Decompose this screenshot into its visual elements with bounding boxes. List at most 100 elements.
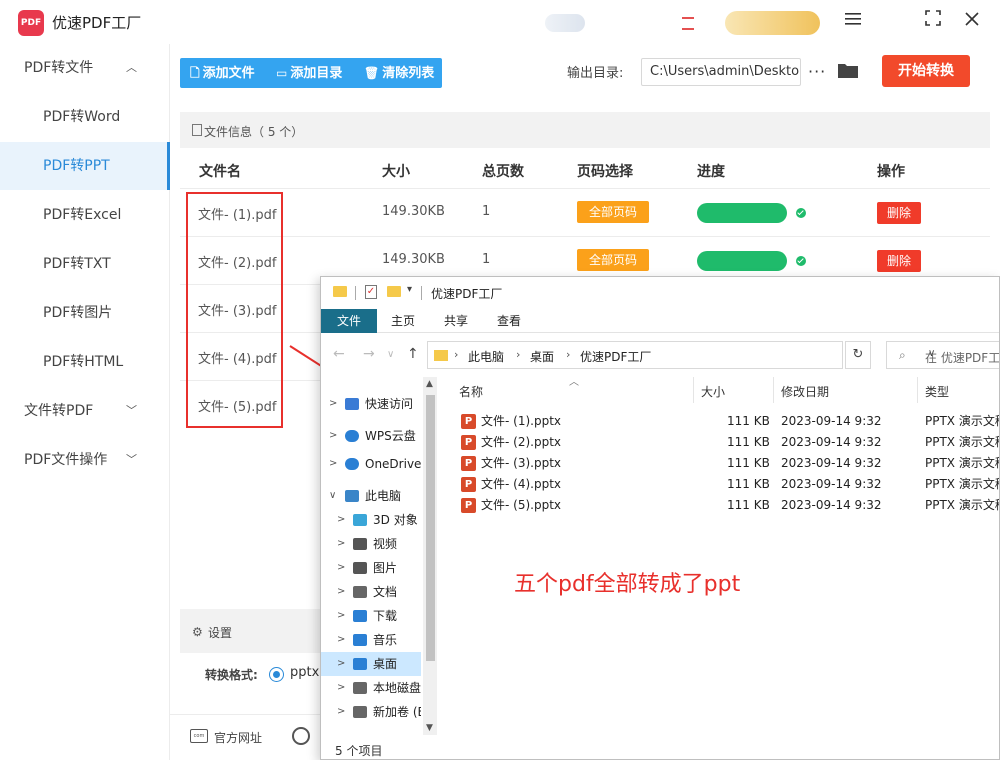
list-item[interactable]: P 文件- (3).pptx 111 KB 2023-09-14 9:32 PPTX 演… — [457, 453, 999, 474]
official-site-link[interactable]: 官方网址 — [214, 729, 262, 746]
sidebar-item-pdf-to-file[interactable]: PDF转文件 ︿ — [0, 44, 170, 92]
start-convert-button[interactable]: 开始转换 — [882, 55, 970, 87]
chevron-right-icon[interactable]: > — [337, 700, 345, 724]
sidebar-item-pdf-to-image[interactable]: PDF转图片 — [0, 289, 170, 337]
delete-button[interactable]: 删除 — [877, 250, 921, 272]
col-header-size[interactable]: 大小 — [701, 383, 725, 400]
chevron-right-icon[interactable]: > — [337, 532, 345, 556]
list-item[interactable]: P 文件- (4).pptx 111 KB 2023-09-14 9:32 PPTX 演… — [457, 474, 1000, 495]
chevron-right-icon[interactable]: > — [329, 392, 337, 416]
page-select-button[interactable]: 全部页码 — [577, 201, 649, 223]
table-row: 文件- (1).pdf 149.30KB 1 全部页码 删除 — [180, 188, 990, 236]
nav-item-download[interactable]: > 下载 — [321, 604, 421, 628]
menu-icon[interactable] — [842, 10, 864, 32]
recent-dropdown-icon[interactable]: ∨ — [387, 349, 394, 360]
breadcrumb-desktop[interactable]: 桌面 — [530, 348, 554, 365]
list-item[interactable]: P 文件- (1).pptx 111 KB 2023-09-14 9:32 PPTX 演… — [457, 411, 999, 432]
delete-button[interactable]: 删除 — [877, 202, 921, 224]
address-bar[interactable]: › 此电脑 › 桌面 › 优速PDF工厂 ∨ — [427, 341, 935, 369]
nav-item-image[interactable]: > 图片 — [321, 556, 421, 580]
nav-item-drive[interactable]: > 本地磁盘 — [321, 676, 421, 700]
nav-item-cloud[interactable]: > WPS云盘 — [321, 424, 421, 448]
sidebar-item-pdf-operations[interactable]: PDF文件操作 ﹀ — [0, 436, 170, 484]
titlebar-mark-icon[interactable] — [680, 14, 696, 32]
nav-item-cloud[interactable]: > OneDrive — [321, 452, 421, 476]
up-icon[interactable]: ↑ — [407, 346, 419, 362]
refresh-icon[interactable]: ↻ — [845, 341, 871, 369]
nav-item-star[interactable]: > 快速访问 — [321, 392, 421, 416]
file-date: 2023-09-14 9:32 — [781, 456, 882, 470]
nav-item-video[interactable]: > 视频 — [321, 532, 421, 556]
column-divider[interactable] — [773, 377, 774, 403]
sidebar-item-label: PDF转Word — [43, 109, 121, 125]
chevron-right-icon[interactable]: > — [337, 556, 345, 580]
add-directory-button[interactable]: ▭ 添加目录 — [276, 58, 342, 88]
chevron-right-icon[interactable]: > — [337, 652, 345, 676]
new-folder-icon[interactable] — [387, 286, 401, 297]
chat-icon[interactable] — [292, 727, 310, 745]
tab-share[interactable]: 共享 — [434, 309, 478, 333]
clear-list-button[interactable]: 🗑 清除列表 — [364, 58, 434, 88]
add-file-button[interactable]: 🗋 添加文件 — [190, 58, 255, 88]
sidebar-item-pdf-to-txt[interactable]: PDF转TXT — [0, 240, 170, 288]
drive-icon — [353, 682, 367, 694]
vip-banner[interactable] — [725, 11, 820, 35]
chevron-right-icon[interactable]: > — [337, 508, 345, 532]
file-type: PPTX 演示文稿 — [925, 498, 1000, 512]
sidebar-item-label: PDF转PPT — [43, 158, 110, 174]
scroll-up-icon[interactable]: ▲ — [426, 379, 433, 389]
breadcrumb-folder[interactable]: 优速PDF工厂 — [580, 348, 651, 365]
star-icon — [345, 398, 359, 410]
chevron-right-icon[interactable]: > — [337, 604, 345, 628]
sidebar-item-pdf-to-ppt[interactable]: PDF转PPT — [0, 142, 170, 190]
scroll-down-icon[interactable]: ▼ — [426, 723, 433, 733]
scroll-thumb[interactable] — [426, 395, 435, 661]
sidebar-item-pdf-to-html[interactable]: PDF转HTML — [0, 338, 170, 386]
col-header-name[interactable]: 名称 — [459, 383, 483, 400]
nav-item-music[interactable]: > 音乐 — [321, 628, 421, 652]
sidebar-item-file-to-pdf[interactable]: 文件转PDF ﹀ — [0, 387, 170, 435]
back-icon[interactable]: ← — [333, 346, 345, 362]
customize-toolbar-icon[interactable]: ▾ — [407, 284, 412, 295]
col-header-date[interactable]: 修改日期 — [781, 383, 829, 400]
close-icon[interactable] — [961, 10, 983, 32]
nav-item-drive[interactable]: > 新加卷 (E — [321, 700, 421, 724]
nav-item-document[interactable]: > 文档 — [321, 580, 421, 604]
chevron-right-icon[interactable]: > — [337, 580, 345, 604]
nav-item-computer[interactable]: ∨ 此电脑 — [321, 484, 421, 508]
ribbon: 文件 主页 共享 查看 — [321, 309, 999, 333]
page-select-button[interactable]: 全部页码 — [577, 249, 649, 271]
more-options-button[interactable]: ··· — [808, 58, 826, 86]
breadcrumb-this-pc[interactable]: 此电脑 — [468, 348, 504, 365]
settings-bar[interactable]: ⚙ 设置 — [180, 609, 322, 653]
file-type: PPTX 演示文稿 — [925, 477, 1000, 491]
sidebar-item-pdf-to-word[interactable]: PDF转Word — [0, 93, 170, 141]
properties-icon[interactable]: ✓ — [365, 285, 377, 299]
column-divider[interactable] — [917, 377, 918, 403]
file-toolbar: 🗋 添加文件 ▭ 添加目录 🗑 清除列表 — [180, 58, 442, 88]
nav-item-desktop[interactable]: > 桌面 — [321, 652, 421, 676]
sidebar-item-pdf-to-excel[interactable]: PDF转Excel — [0, 191, 170, 239]
chevron-right-icon[interactable]: > — [329, 452, 337, 476]
tab-view[interactable]: 查看 — [487, 309, 531, 333]
chevron-right-icon[interactable]: > — [329, 424, 337, 448]
tab-home[interactable]: 主页 — [381, 309, 425, 333]
list-item[interactable]: P 文件- (2).pptx 111 KB 2023-09-14 9:32 PPTX 演… — [457, 432, 999, 453]
chevron-right-icon[interactable]: > — [337, 628, 345, 652]
open-folder-icon[interactable] — [838, 62, 858, 78]
list-item[interactable]: P 文件- (5).pptx 111 KB 2023-09-14 9:32 PPTX 演… — [457, 495, 1000, 516]
breadcrumb-separator: › — [516, 348, 521, 361]
scrollbar[interactable]: ▲ ▼ — [423, 377, 437, 735]
chevron-right-icon[interactable]: > — [337, 676, 345, 700]
search-input[interactable]: ⌕ 在 优速PDF工厂 — [886, 341, 999, 369]
titlebar-pill[interactable] — [545, 14, 585, 32]
col-header-type[interactable]: 类型 — [925, 383, 949, 400]
nav-item-cube[interactable]: >3D 对象 — [321, 508, 421, 532]
chevron-down-icon[interactable]: ∨ — [329, 484, 336, 508]
format-radio-pptx[interactable] — [269, 667, 284, 682]
forward-icon[interactable]: → — [363, 346, 375, 362]
output-dir-input[interactable]: C:\Users\admin\Deskto — [641, 58, 801, 86]
tab-file[interactable]: 文件 — [321, 309, 377, 333]
maximize-icon[interactable] — [922, 10, 944, 32]
column-divider[interactable] — [693, 377, 694, 403]
